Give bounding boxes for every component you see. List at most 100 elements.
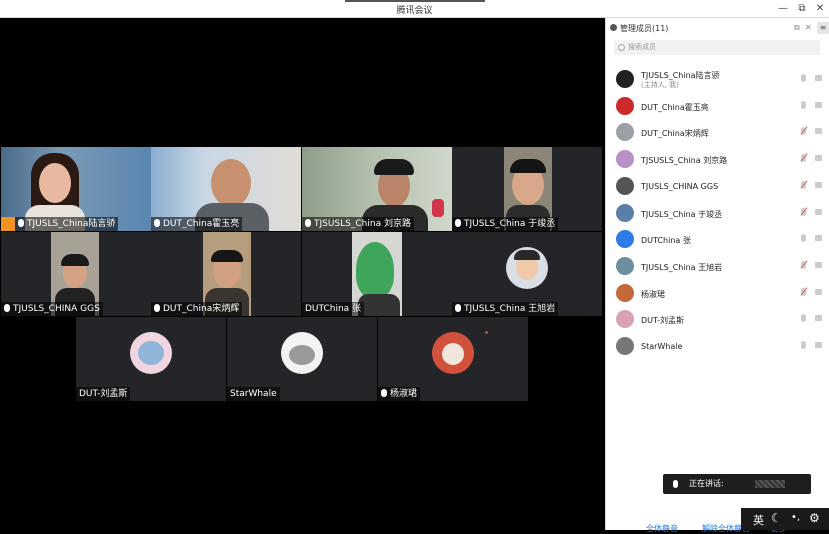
camera-icon[interactable] — [815, 342, 822, 348]
camera-icon[interactable] — [815, 101, 822, 108]
member-avatar — [616, 150, 634, 169]
mic-muted-icon[interactable] — [801, 207, 806, 216]
mic-icon — [154, 304, 160, 312]
panel-menu-icon[interactable]: ≡ — [817, 22, 829, 34]
member-row[interactable]: TJSUSLS_China 刘京路 — [606, 146, 829, 172]
close-panel-icon[interactable]: ✕ — [805, 23, 812, 32]
video-tile[interactable]: TJUSLS_China陆言骄 — [1, 147, 151, 231]
video-tile[interactable]: TJSUSLS_China 刘京路 — [302, 147, 452, 231]
video-tile[interactable]: TJUSLS_CHINA GGS — [1, 232, 151, 316]
moon-icon[interactable]: ☾ — [771, 511, 782, 525]
title-bar: 腾讯会议 — ⧉ ✕ — [0, 0, 829, 18]
mic-icon — [305, 219, 311, 227]
member-avatar — [616, 123, 634, 142]
participant-name: TJUSLS_China 王旭岩 — [464, 304, 556, 314]
member-icon — [610, 24, 617, 31]
member-name: DUT_China宋炳辉 — [641, 129, 709, 139]
video-tile[interactable]: DUT_China霍玉亮 — [151, 147, 301, 231]
video-tile[interactable]: TJUSLS_China 王旭岩 — [452, 232, 602, 316]
mic-icon[interactable] — [801, 341, 806, 349]
member-avatar — [616, 283, 634, 302]
mic-muted-icon[interactable] — [801, 180, 806, 189]
dots-icon[interactable]: •, — [791, 512, 800, 523]
camera-icon[interactable] — [815, 315, 822, 322]
video-tile[interactable]: DUTChina 张 — [302, 232, 452, 316]
member-row[interactable]: TJUSLS_CHINA GGS — [606, 173, 829, 199]
gear-icon[interactable]: ⚙ — [809, 511, 820, 525]
video-tile[interactable]: TJUSLS_China 于竣丞 — [452, 147, 602, 231]
member-role: (主持人, 我) — [641, 81, 679, 89]
member-avatar — [616, 96, 634, 115]
mic-muted-icon[interactable] — [801, 287, 806, 296]
mic-icon[interactable] — [801, 234, 806, 243]
member-row[interactable]: TJUSLS_China 王旭岩 — [606, 253, 829, 279]
camera-icon[interactable] — [815, 75, 822, 81]
member-avatar — [616, 337, 634, 355]
participant-name: TJUSLS_China 于竣丞 — [464, 219, 556, 229]
mic-icon — [18, 219, 24, 227]
search-icon — [618, 44, 625, 51]
member-name: TJUSLS_China 王旭岩 — [641, 262, 723, 272]
member-name: DUT_China霍玉亮 — [641, 102, 709, 112]
member-row[interactable]: DUT-刘孟斯 — [606, 306, 829, 332]
member-avatar — [616, 256, 634, 275]
member-avatar — [616, 203, 634, 222]
mic-icon[interactable] — [801, 74, 806, 82]
video-tile[interactable]: 杨淑珺 — [378, 317, 528, 401]
member-name: TJUSLS_China 于竣丞 — [641, 209, 723, 219]
member-name: DUTChina 张 — [641, 236, 691, 246]
camera-icon[interactable] — [815, 261, 822, 268]
member-name: StarWhale — [641, 342, 683, 351]
mute-all-button[interactable]: 全体静音 — [646, 523, 678, 534]
system-tray: 英 ☾ •, ⚙ — [741, 508, 829, 530]
mic-icon — [673, 480, 678, 488]
speaking-indicator: 正在讲话: — [663, 474, 811, 494]
participant-name: DUT-刘孟斯 — [79, 389, 128, 399]
member-row[interactable]: TJUSLS_China陆言骄 (主持人, 我) — [606, 66, 829, 92]
video-tile[interactable]: DUT-刘孟斯 — [76, 317, 226, 401]
member-name: DUT-刘孟斯 — [641, 316, 685, 326]
camera-icon[interactable] — [815, 235, 822, 242]
participant-name: TJUSLS_CHINA GGS — [13, 304, 100, 314]
mic-icon[interactable] — [801, 100, 806, 109]
mic-icon — [154, 219, 160, 227]
minimize-button[interactable]: — — [776, 2, 790, 16]
participant-name: TJUSLS_China陆言骄 — [27, 219, 116, 229]
mic-icon — [4, 304, 10, 312]
mic-icon — [381, 389, 387, 397]
camera-icon[interactable] — [815, 155, 822, 162]
participant-name: DUT_China霍玉亮 — [163, 219, 240, 229]
mic-muted-icon[interactable] — [801, 154, 806, 163]
participant-name: DUTChina 张 — [305, 304, 362, 314]
member-avatar — [616, 310, 634, 329]
camera-icon[interactable] — [815, 208, 822, 215]
member-name: TJUSLS_CHINA GGS — [641, 181, 719, 191]
camera-icon[interactable] — [815, 128, 822, 135]
member-row[interactable]: TJUSLS_China 于竣丞 — [606, 200, 829, 226]
member-row[interactable]: DUT_China宋炳辉 — [606, 119, 829, 145]
member-avatar — [616, 230, 634, 249]
mic-muted-icon[interactable] — [801, 260, 806, 269]
mic-icon[interactable] — [801, 314, 806, 323]
panel-header: 管理成员(11) ⧉ ✕ ≡ — [606, 18, 829, 38]
member-name: TJSUSLS_China 刘京路 — [641, 156, 728, 166]
camera-icon[interactable] — [815, 288, 822, 295]
title-bar-accent — [345, 0, 485, 2]
member-row[interactable]: DUT_China霍玉亮 — [606, 93, 829, 119]
restore-button[interactable]: ⧉ — [795, 2, 809, 16]
member-row[interactable]: DUTChina 张 — [606, 226, 829, 252]
video-tile[interactable]: DUT_China宋炳辉 — [151, 232, 301, 316]
member-panel: 管理成员(11) ⧉ ✕ ≡ 搜索成员 TJUSLS_China陆言骄 (主持人,… — [605, 18, 829, 533]
ime-indicator[interactable]: 英 — [753, 512, 764, 528]
member-row[interactable]: StarWhale — [606, 333, 829, 359]
close-button[interactable]: ✕ — [813, 2, 827, 16]
popout-icon[interactable]: ⧉ — [794, 23, 800, 33]
mic-muted-icon[interactable] — [801, 127, 806, 136]
panel-title: 管理成员(11) — [620, 24, 669, 33]
video-tile[interactable]: StarWhale — [227, 317, 377, 401]
member-row[interactable]: 杨淑珺 — [606, 280, 829, 306]
camera-icon[interactable] — [815, 181, 822, 188]
member-search-input[interactable]: 搜索成员 — [614, 40, 820, 55]
mic-icon — [455, 219, 461, 227]
participant-name: TJSUSLS_China 刘京路 — [314, 219, 411, 229]
